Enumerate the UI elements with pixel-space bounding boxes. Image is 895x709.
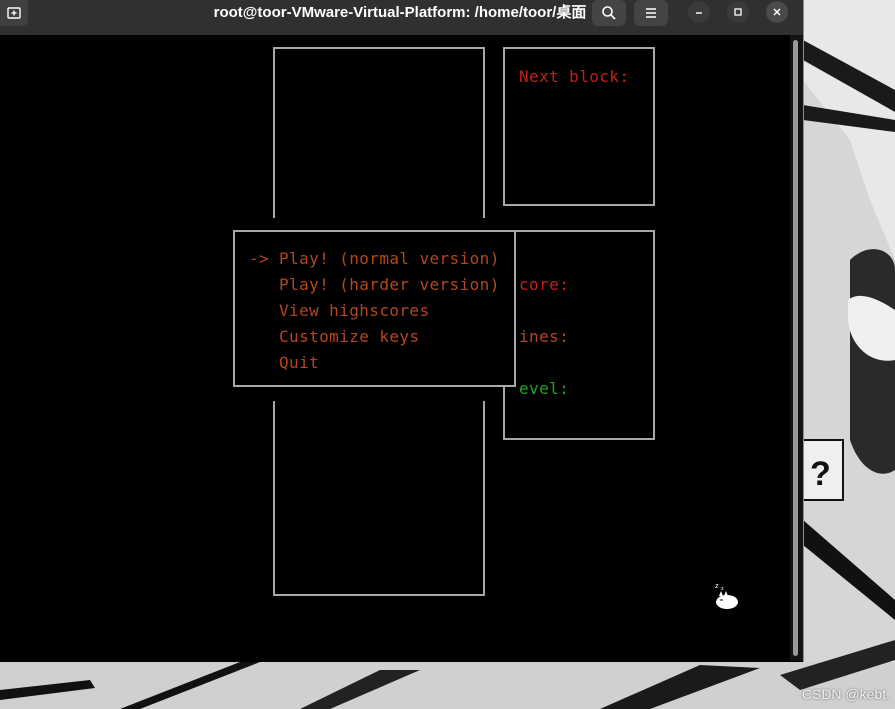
search-icon [602, 6, 616, 20]
menu-item-play-harder[interactable]: Play! (harder version) [279, 272, 500, 298]
sleeping-cat-icon[interactable]: z z [712, 580, 740, 610]
new-tab-icon [7, 7, 21, 19]
menu-item-view-highscores[interactable]: View highscores [279, 298, 430, 324]
menu-button[interactable] [634, 0, 668, 26]
svg-text:z: z [721, 586, 724, 592]
menu-cursor: -> [249, 249, 270, 268]
new-tab-button[interactable] [0, 0, 28, 26]
hamburger-menu-icon [646, 8, 656, 18]
close-button[interactable] [766, 1, 788, 23]
close-icon [773, 8, 781, 16]
terminal-window: root@toor-VMware-Virtual-Platform: /home… [0, 0, 804, 662]
lines-label: ines: [519, 327, 570, 346]
search-button[interactable] [592, 0, 626, 26]
window-titlebar[interactable]: root@toor-VMware-Virtual-Platform: /home… [0, 0, 803, 35]
menu-item-quit[interactable]: Quit [279, 350, 319, 376]
terminal-scrollbar[interactable] [790, 35, 803, 661]
next-block-label: Next block: [519, 67, 630, 86]
maximize-icon [734, 8, 742, 16]
score-label: core: [519, 275, 570, 294]
menu-item-play-normal[interactable]: Play! (normal version) [279, 246, 500, 272]
level-label: evel: [519, 379, 570, 398]
window-title: root@toor-VMware-Virtual-Platform: /home… [213, 4, 587, 21]
menu-item-customize-keys[interactable]: Customize keys [279, 324, 419, 350]
maximize-button[interactable] [727, 1, 749, 23]
playfield-bottom [273, 401, 485, 596]
svg-text:z: z [715, 582, 719, 590]
svg-text:?: ? [810, 455, 831, 493]
terminal-area[interactable]: Next block: core: ines: evel: -> Play! (… [0, 35, 790, 661]
watermark: CSDN @kebt. [801, 686, 890, 702]
minimize-button[interactable] [688, 1, 710, 23]
minimize-icon [696, 12, 702, 14]
scrollbar-thumb[interactable] [793, 40, 798, 656]
playfield-top [273, 47, 485, 218]
